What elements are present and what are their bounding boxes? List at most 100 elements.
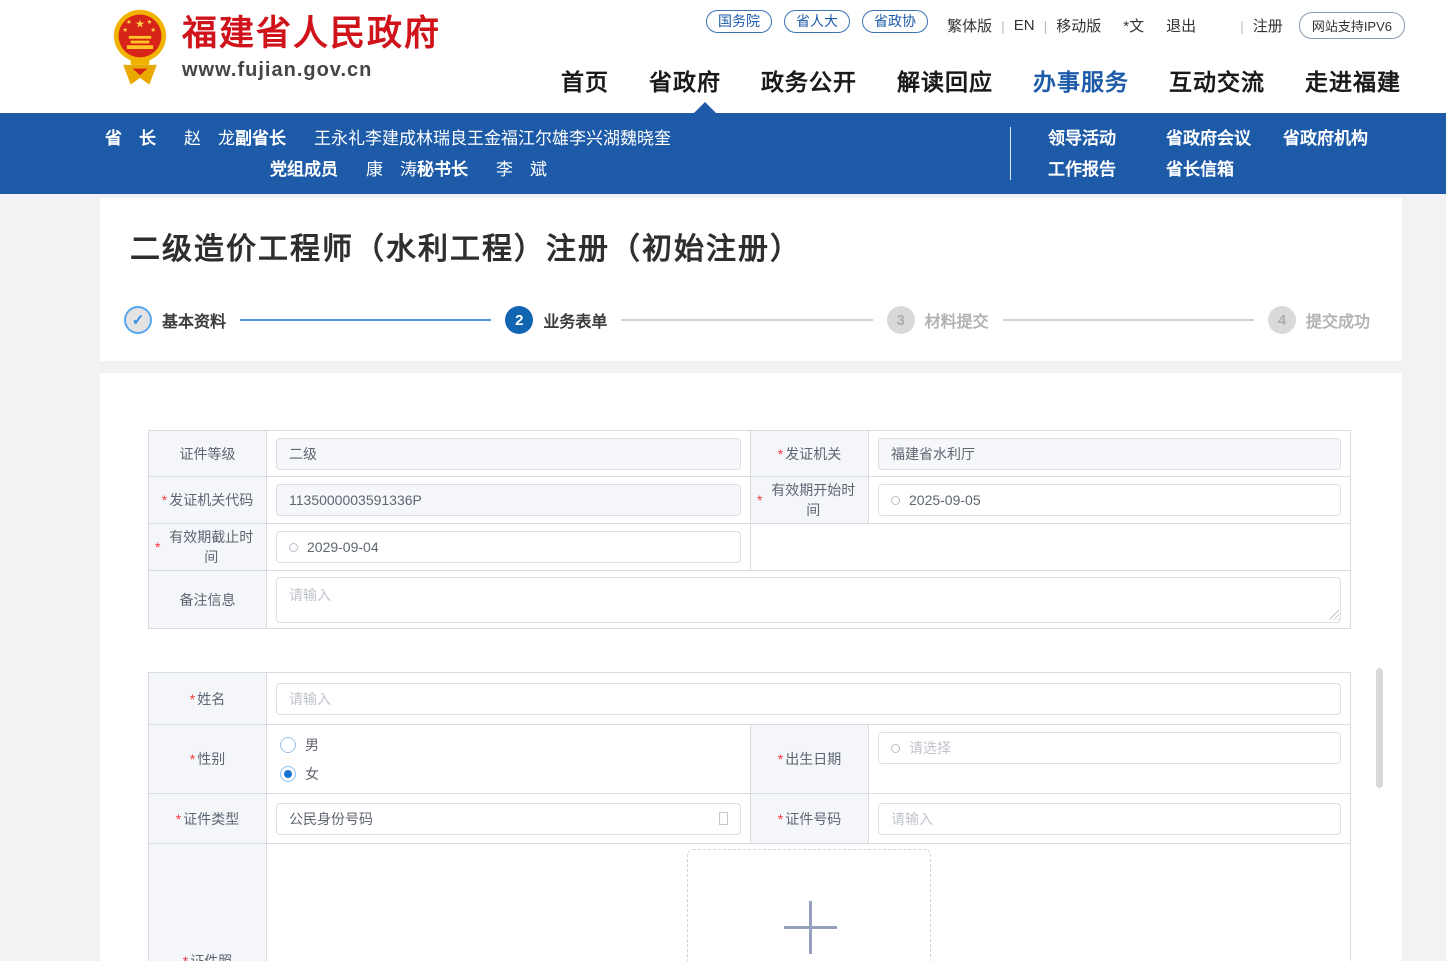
- separator: |: [1044, 18, 1048, 34]
- clock-icon: [891, 496, 900, 505]
- separator: |: [1001, 18, 1005, 34]
- link-provincial-congress[interactable]: 省人大: [784, 10, 850, 33]
- name-input[interactable]: [276, 683, 1341, 715]
- form-card: 证件等级 *发证机关 *发证机关代码 *有效期开始时间 2025-09-05 *…: [100, 373, 1402, 961]
- dropdown-icon: [719, 812, 728, 825]
- nav-about-fujian[interactable]: 走进福建: [1305, 63, 1401, 97]
- step-connector: [621, 319, 872, 321]
- separator: |: [1240, 18, 1244, 34]
- site-url: www.fujian.gov.cn: [182, 59, 441, 82]
- required-asterisk: *: [778, 811, 783, 827]
- issuer-code-label: *发证机关代码: [149, 477, 267, 524]
- step3-circle: 3: [887, 306, 915, 334]
- official-link[interactable]: 李兴湖: [569, 129, 620, 148]
- officials-quick-links: 领导活动 省政府会议 省政府机构 工作报告 省长信箱: [1048, 123, 1368, 185]
- role-party-member: 党组成员: [270, 160, 338, 179]
- main-nav: 首页 省政府 政务公开 解读回应 办事服务 互动交流 走进福建: [561, 63, 1401, 97]
- step1-label: 基本资料: [162, 308, 226, 332]
- nav-interaction[interactable]: 互动交流: [1169, 63, 1265, 97]
- step3-label: 材料提交: [925, 308, 989, 332]
- role-secretary-general: 秘书长: [417, 160, 468, 179]
- remark-label: 备注信息: [149, 571, 267, 629]
- empty-cell: [751, 524, 1351, 571]
- official-link[interactable]: 王永礼: [314, 129, 365, 148]
- official-link[interactable]: 李 斌: [496, 160, 547, 179]
- remark-textarea[interactable]: [276, 577, 1341, 623]
- nav-provincial-government[interactable]: 省政府: [649, 63, 721, 97]
- link-leader-activities[interactable]: 领导活动: [1048, 123, 1166, 154]
- officials-bar: 省 长赵 龙副省长王永礼李建成林瑞良王金福江尔雄李兴湖魏晓奎 党组成员康 涛秘书…: [0, 113, 1446, 194]
- scrollbar-thumb[interactable]: [1376, 668, 1383, 788]
- step4-label: 提交成功: [1306, 308, 1370, 332]
- official-link[interactable]: 王金福: [467, 129, 518, 148]
- svg-text:★: ★: [122, 26, 128, 34]
- required-asterisk: *: [162, 492, 167, 508]
- valid-start-label: *有效期开始时间: [751, 477, 869, 524]
- svg-text:★: ★: [147, 18, 153, 26]
- title-card: 二级造价工程师（水利工程）注册（初始注册） ✓ 基本资料 2 业务表单 3 材料…: [100, 198, 1402, 361]
- id-number-input[interactable]: [878, 803, 1341, 835]
- cert-level-field: [276, 438, 741, 470]
- required-asterisk: *: [778, 751, 783, 767]
- officials-list: 省 长赵 龙副省长王永礼李建成林瑞良王金福江尔雄李兴湖魏晓奎 党组成员康 涛秘书…: [105, 123, 671, 185]
- step-connector: [240, 319, 491, 321]
- check-icon: ✓: [132, 311, 145, 329]
- nav-gov-affairs-disclosure[interactable]: 政务公开: [761, 63, 857, 97]
- link-provincial-cppcc[interactable]: 省政协: [862, 10, 928, 33]
- official-link[interactable]: 林瑞良: [416, 129, 467, 148]
- link-gov-meetings[interactable]: 省政府会议: [1166, 123, 1283, 154]
- radio-male[interactable]: 男: [280, 735, 319, 755]
- photo-upload-box[interactable]: [687, 849, 931, 961]
- nav-services[interactable]: 办事服务: [1033, 63, 1129, 97]
- id-type-select[interactable]: 公民身份号码: [276, 803, 741, 835]
- official-link[interactable]: 江尔雄: [518, 129, 569, 148]
- issuer-label: *发证机关: [751, 431, 869, 477]
- valid-start-datepicker[interactable]: 2025-09-05: [878, 484, 1341, 516]
- gender-label: *性别: [149, 725, 267, 794]
- nav-active-caret-icon: [694, 102, 716, 113]
- officials-row-1: 省 长赵 龙副省长王永礼李建成林瑞良王金福江尔雄李兴湖魏晓奎: [105, 123, 671, 154]
- issuer-field: [878, 438, 1341, 470]
- official-link[interactable]: 魏晓奎: [620, 129, 671, 148]
- required-asterisk: *: [190, 751, 195, 767]
- birth-datepicker[interactable]: 请选择: [878, 732, 1341, 764]
- personal-info-table: *姓名 *性别 男 女 *出生日期 请选择 *证件类型 公民身份号码 *证件号码…: [148, 672, 1351, 961]
- officials-row-2: 党组成员 康 涛秘书长 李 斌: [105, 154, 671, 185]
- link-gov-agencies[interactable]: 省政府机构: [1283, 123, 1368, 154]
- clock-icon: [289, 543, 298, 552]
- official-link[interactable]: 康 涛: [366, 160, 417, 179]
- official-link[interactable]: 李建成: [365, 129, 416, 148]
- svg-text:★: ★: [150, 26, 156, 34]
- step4-circle: 4: [1268, 306, 1296, 334]
- link-mobile[interactable]: 移动版: [1056, 15, 1101, 36]
- issuer-code-field: [276, 484, 741, 516]
- accessibility-toggle[interactable]: *文: [1123, 15, 1144, 36]
- register-link[interactable]: 注册: [1253, 15, 1283, 36]
- valid-end-datepicker[interactable]: 2029-09-04: [276, 531, 741, 563]
- photo-label: *证件照: [149, 844, 267, 961]
- link-work-report[interactable]: 工作报告: [1048, 154, 1166, 185]
- utility-bar: 繁体版 | EN | 移动版 *文 退出 | 注册 网站支持IPV6: [947, 12, 1405, 39]
- national-emblem-icon: ★ ★ ★ ★ ★: [112, 7, 168, 91]
- id-number-label: *证件号码: [751, 794, 869, 844]
- logout-link[interactable]: 退出: [1166, 15, 1196, 36]
- gender-radio-group: 男 女: [267, 725, 751, 794]
- nav-home[interactable]: 首页: [561, 63, 609, 97]
- site-logo[interactable]: ★ ★ ★ ★ ★ 福建省人民政府 www.fujian.gov.cn: [112, 7, 441, 91]
- site-header: ★ ★ ★ ★ ★ 福建省人民政府 www.fujian.gov.cn 国务院 …: [0, 0, 1446, 113]
- step-connector: [1003, 319, 1254, 321]
- link-state-council[interactable]: 国务院: [706, 10, 772, 33]
- radio-female[interactable]: 女: [280, 764, 319, 784]
- nav-interpretation-response[interactable]: 解读回应: [897, 63, 993, 97]
- cert-level-label: 证件等级: [149, 431, 267, 477]
- clock-icon: [891, 744, 900, 753]
- link-governor-mailbox[interactable]: 省长信箱: [1166, 154, 1283, 185]
- name-label: *姓名: [149, 673, 267, 725]
- step-indicator: ✓ 基本资料 2 业务表单 3 材料提交 4 提交成功: [124, 300, 1384, 340]
- id-type-label: *证件类型: [149, 794, 267, 844]
- official-link[interactable]: 赵 龙: [184, 129, 235, 148]
- role-vice-governor: 副省长: [235, 129, 286, 148]
- ipv6-badge[interactable]: 网站支持IPV6: [1299, 12, 1405, 39]
- link-english[interactable]: EN: [1014, 17, 1035, 34]
- link-traditional-chinese[interactable]: 繁体版: [947, 15, 992, 36]
